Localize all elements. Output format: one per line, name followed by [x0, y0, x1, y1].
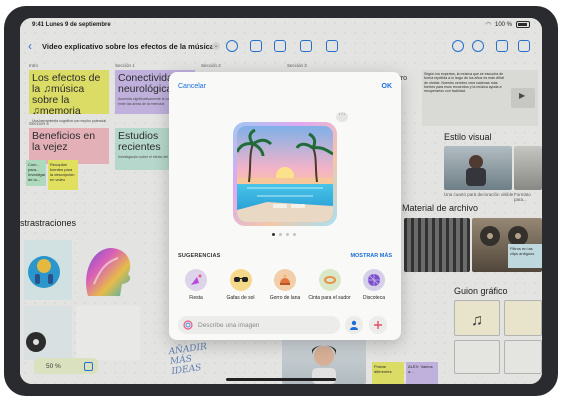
image-playground-icon: [183, 320, 193, 330]
plus-icon: [374, 321, 382, 329]
suggestion-label: Gafas de sol: [226, 295, 255, 301]
suggestion-discoteca[interactable]: Discoteca: [353, 269, 395, 301]
generated-image: [237, 126, 333, 222]
pool-palms-sunset-art: [237, 126, 333, 222]
ok-button[interactable]: OK: [382, 83, 393, 90]
beanie-icon: [274, 269, 296, 291]
page-dot-1[interactable]: [272, 233, 275, 236]
suggestion-gafas-de-sol[interactable]: Gafas de sol: [220, 269, 262, 301]
more-options-icon[interactable]: ···: [336, 111, 348, 122]
screen: 9:41 Lunes 9 de septiembre ◠ 100 % ‹ Vid…: [20, 18, 542, 384]
page-dot-3[interactable]: [286, 233, 289, 236]
suggestions-label: SUGERENCIAS: [178, 253, 221, 259]
page-indicator[interactable]: [272, 233, 296, 236]
suggestion-cinta-para-el-sudor[interactable]: Cinta para el sudor: [308, 269, 351, 301]
cancel-button[interactable]: Cancelar: [178, 83, 206, 90]
suggestion-label: Gorro de lana: [269, 295, 301, 301]
page-dot-2[interactable]: [279, 233, 282, 236]
suggestion-label: Cinta para el sudor: [308, 295, 351, 301]
sweatband-icon: [318, 269, 341, 291]
page-dot-4[interactable]: [293, 233, 296, 236]
add-person-button[interactable]: [345, 316, 363, 334]
describe-image-input[interactable]: [198, 319, 334, 331]
freeform-board[interactable]: 9:41 Lunes 9 de septiembre ◠ 100 % ‹ Vid…: [20, 18, 542, 384]
party-horn-icon: [185, 269, 207, 291]
generated-image-preview[interactable]: [233, 122, 337, 226]
prompt-field[interactable]: [178, 316, 340, 334]
home-indicator[interactable]: [226, 378, 336, 381]
suggestion-gorro-de-lana[interactable]: Gorro de lana: [264, 269, 306, 301]
add-button[interactable]: [369, 316, 387, 334]
ipad-frame: 9:41 Lunes 9 de septiembre ◠ 100 % ‹ Vid…: [4, 6, 558, 396]
suggestion-label: Discoteca: [363, 295, 385, 301]
suggestion-fiesta[interactable]: Fiesta: [175, 269, 217, 301]
show-more-button[interactable]: MOSTRAR MÁS: [350, 253, 392, 259]
image-playground-sheet: Cancelar OK ··· SUGERENCIAS MOSTRAR MÁS …: [169, 72, 401, 340]
person-icon: [350, 320, 358, 330]
suggestion-chips: Fiesta Gafas de sol Gorro de lana Cinta …: [175, 269, 395, 301]
sunglasses-icon: [229, 269, 252, 291]
disco-ball-icon: [363, 269, 385, 291]
suggestion-label: Fiesta: [189, 295, 203, 301]
